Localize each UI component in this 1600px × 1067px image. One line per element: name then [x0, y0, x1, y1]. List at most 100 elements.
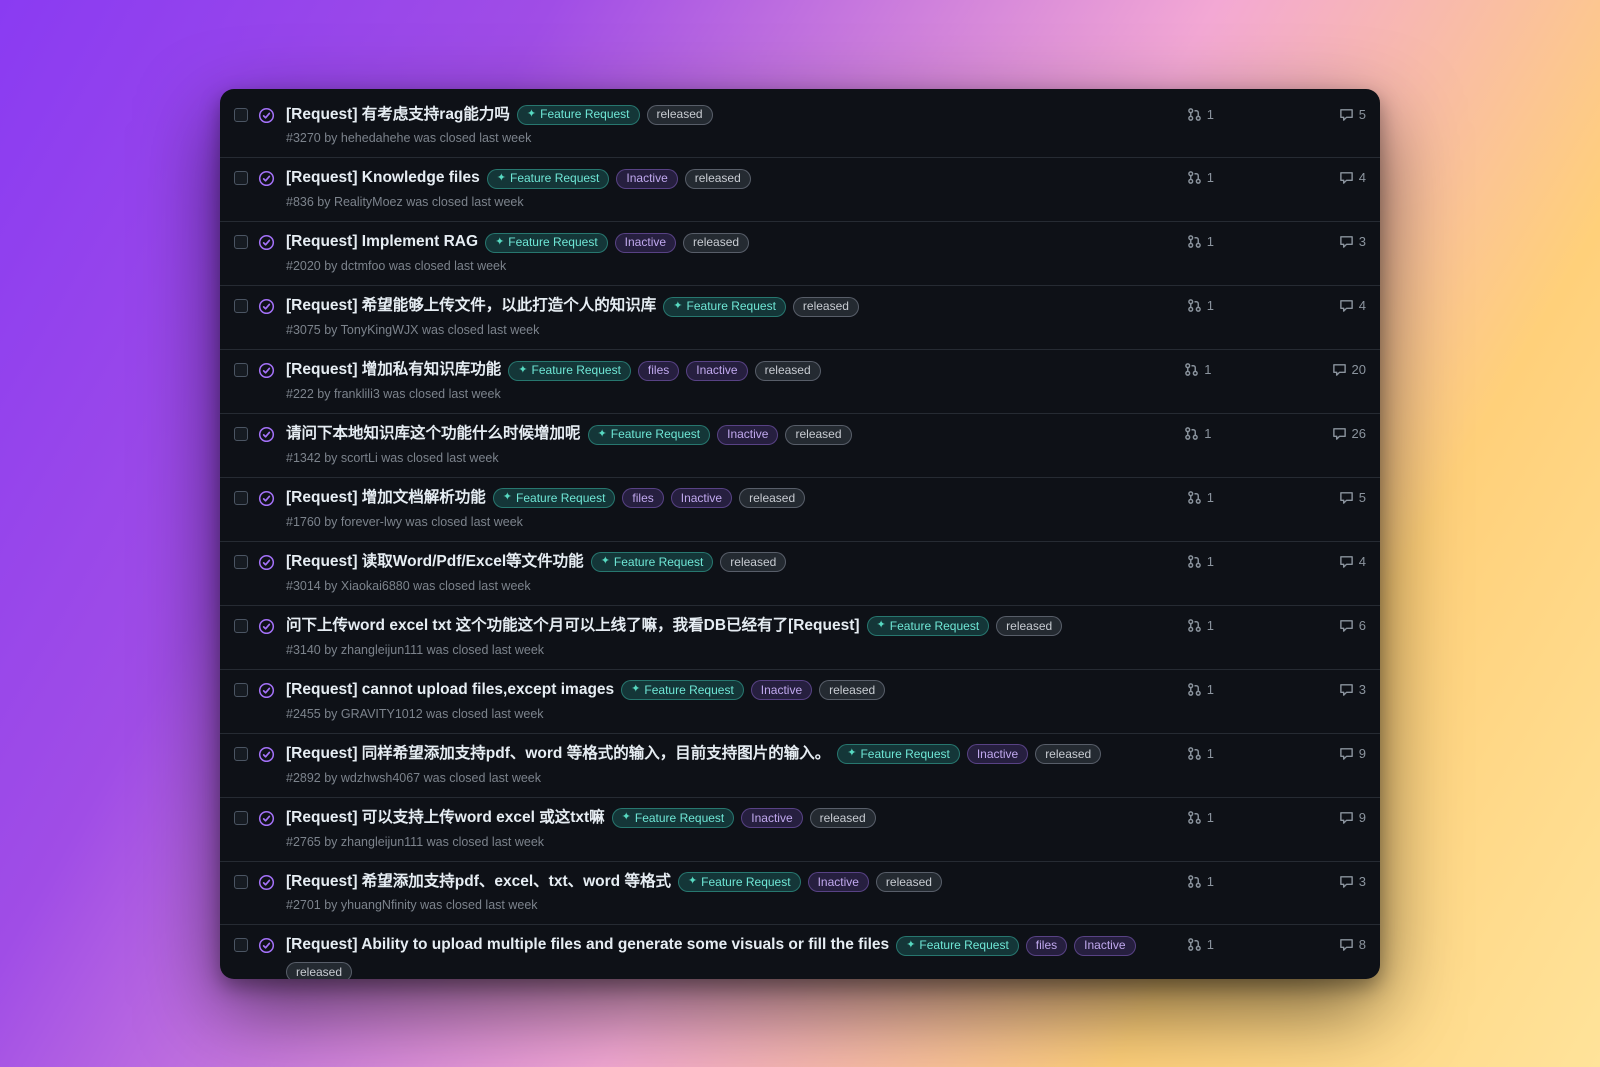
label-released[interactable]: released: [819, 680, 885, 700]
comment-count[interactable]: 9: [1334, 810, 1366, 825]
label-inactive[interactable]: Inactive: [615, 233, 676, 253]
linked-pr-count[interactable]: 1: [1182, 618, 1214, 633]
select-checkbox[interactable]: [234, 108, 248, 122]
linked-pr-count[interactable]: 1: [1182, 554, 1214, 569]
linked-pr-count[interactable]: 1: [1180, 426, 1212, 441]
label-released[interactable]: released: [876, 872, 942, 892]
select-checkbox[interactable]: [234, 299, 248, 313]
label-feature[interactable]: ✦Feature Request: [612, 808, 735, 828]
comment-count[interactable]: 3: [1334, 682, 1366, 697]
select-checkbox[interactable]: [234, 171, 248, 185]
label-inactive[interactable]: Inactive: [741, 808, 802, 828]
issue-title-link[interactable]: 请问下本地知识库这个功能什么时候增加呢: [286, 424, 581, 445]
issue-title-link[interactable]: [Request] 增加文档解析功能: [286, 488, 486, 509]
select-checkbox[interactable]: [234, 683, 248, 697]
linked-pr-count[interactable]: 1: [1182, 298, 1214, 313]
issue-title-link[interactable]: [Request] 可以支持上传word excel 或这txt嘛: [286, 808, 605, 829]
comment-count[interactable]: 20: [1332, 362, 1366, 377]
issue-title-link[interactable]: [Request] 希望添加支持pdf、excel、txt、word 等格式: [286, 872, 671, 893]
label-inactive[interactable]: Inactive: [717, 425, 778, 445]
label-released[interactable]: released: [1035, 744, 1101, 764]
comment-count[interactable]: 4: [1334, 170, 1366, 185]
linked-pr-count[interactable]: 1: [1182, 937, 1214, 952]
linked-pr-count[interactable]: 1: [1182, 746, 1214, 761]
linked-pr-count[interactable]: 1: [1182, 682, 1214, 697]
label-feature[interactable]: ✦Feature Request: [508, 361, 631, 381]
label-feature[interactable]: ✦Feature Request: [663, 297, 786, 317]
issue-title-link[interactable]: [Request] 同样希望添加支持pdf、word 等格式的输入，目前支持图片…: [286, 744, 830, 765]
label-feature[interactable]: ✦Feature Request: [896, 936, 1019, 956]
label-released[interactable]: released: [739, 488, 805, 508]
label-inactive[interactable]: Inactive: [1074, 936, 1135, 956]
linked-pr-count[interactable]: 1: [1180, 362, 1212, 377]
label-text: released: [795, 427, 841, 441]
label-inactive[interactable]: Inactive: [616, 169, 677, 189]
select-checkbox[interactable]: [234, 427, 248, 441]
label-feature[interactable]: ✦Feature Request: [588, 425, 711, 445]
label-inactive[interactable]: Inactive: [967, 744, 1028, 764]
label-files[interactable]: files: [1026, 936, 1067, 956]
label-files[interactable]: files: [622, 488, 663, 508]
label-released[interactable]: released: [286, 962, 352, 978]
linked-pr-count[interactable]: 1: [1182, 874, 1214, 889]
select-checkbox[interactable]: [234, 747, 248, 761]
comment-count[interactable]: 5: [1334, 107, 1366, 122]
issue-title-link[interactable]: [Request] 读取Word/Pdf/Excel等文件功能: [286, 552, 584, 573]
issue-title-link[interactable]: [Request] 增加私有知识库功能: [286, 360, 501, 381]
linked-pr-count[interactable]: 1: [1182, 490, 1214, 505]
linked-pr-count[interactable]: 1: [1182, 810, 1214, 825]
label-inactive[interactable]: Inactive: [686, 361, 747, 381]
label-feature[interactable]: ✦Feature Request: [485, 233, 608, 253]
select-checkbox[interactable]: [234, 491, 248, 505]
issue-title-link[interactable]: [Request] 有考虑支持rag能力吗: [286, 105, 510, 126]
linked-pr-count[interactable]: 1: [1182, 234, 1214, 249]
label-feature[interactable]: ✦Feature Request: [837, 744, 960, 764]
issue-title-link[interactable]: [Request] 希望能够上传文件，以此打造个人的知识库: [286, 296, 656, 317]
label-released[interactable]: released: [720, 552, 786, 572]
label-feature[interactable]: ✦Feature Request: [621, 680, 744, 700]
label-released[interactable]: released: [793, 297, 859, 317]
comment-count[interactable]: 9: [1334, 746, 1366, 761]
select-checkbox[interactable]: [234, 235, 248, 249]
comment-count[interactable]: 5: [1334, 490, 1366, 505]
label-feature[interactable]: ✦Feature Request: [487, 169, 610, 189]
linked-pr-count[interactable]: 1: [1182, 107, 1214, 122]
select-checkbox[interactable]: [234, 938, 248, 952]
label-released[interactable]: released: [785, 425, 851, 445]
select-checkbox[interactable]: [234, 619, 248, 633]
label-inactive[interactable]: Inactive: [751, 680, 812, 700]
select-checkbox[interactable]: [234, 811, 248, 825]
comment-count[interactable]: 26: [1332, 426, 1366, 441]
comment-count[interactable]: 3: [1334, 234, 1366, 249]
label-released[interactable]: released: [996, 616, 1062, 636]
comment-count[interactable]: 4: [1334, 298, 1366, 313]
label-released[interactable]: released: [685, 169, 751, 189]
label-feature[interactable]: ✦Feature Request: [678, 872, 801, 892]
issue-title-link[interactable]: [Request] Ability to upload multiple fil…: [286, 935, 889, 956]
issue-title-link[interactable]: [Request] Knowledge files: [286, 168, 480, 189]
label-feature[interactable]: ✦Feature Request: [867, 616, 990, 636]
issue-row: [Request] 同样希望添加支持pdf、word 等格式的输入，目前支持图片…: [220, 733, 1380, 797]
select-checkbox[interactable]: [234, 363, 248, 377]
comment-count[interactable]: 4: [1334, 554, 1366, 569]
linked-pr-count[interactable]: 1: [1182, 170, 1214, 185]
select-checkbox[interactable]: [234, 555, 248, 569]
label-feature[interactable]: ✦Feature Request: [517, 105, 640, 125]
comment-count[interactable]: 6: [1334, 618, 1366, 633]
label-released[interactable]: released: [810, 808, 876, 828]
label-released[interactable]: released: [647, 105, 713, 125]
issue-row: [Request] 可以支持上传word excel 或这txt嘛 ✦Featur…: [220, 797, 1380, 861]
label-inactive[interactable]: Inactive: [808, 872, 869, 892]
comment-count[interactable]: 3: [1334, 874, 1366, 889]
label-feature[interactable]: ✦Feature Request: [493, 488, 616, 508]
label-released[interactable]: released: [755, 361, 821, 381]
label-feature[interactable]: ✦Feature Request: [591, 552, 714, 572]
label-inactive[interactable]: Inactive: [671, 488, 732, 508]
select-checkbox[interactable]: [234, 875, 248, 889]
issue-title-link[interactable]: [Request] cannot upload files,except ima…: [286, 680, 614, 701]
issue-title-link[interactable]: 问下上传word excel txt 这个功能这个月可以上线了嘛，我看DB已经有…: [286, 616, 860, 637]
comment-count[interactable]: 8: [1334, 937, 1366, 952]
label-files[interactable]: files: [638, 361, 679, 381]
issue-title-link[interactable]: [Request] Implement RAG: [286, 232, 478, 253]
label-released[interactable]: released: [683, 233, 749, 253]
